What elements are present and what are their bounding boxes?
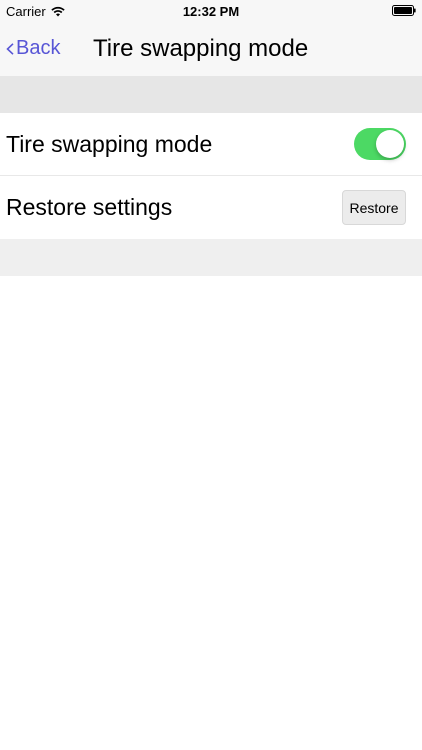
- toggle-knob: [376, 130, 404, 158]
- section-header-spacer: [0, 76, 422, 113]
- tire-swapping-label: Tire swapping mode: [6, 131, 213, 157]
- restore-settings-label: Restore settings: [6, 194, 173, 220]
- restore-button[interactable]: Restore: [342, 190, 406, 225]
- status-bar: Carrier 12:32 PM: [0, 0, 422, 22]
- setting-row-tire-swapping: Tire swapping mode: [0, 113, 422, 176]
- back-button[interactable]: Back: [6, 35, 60, 61]
- setting-row-restore: Restore settings Restore: [0, 176, 422, 239]
- section-footer-spacer: [0, 239, 422, 276]
- screen: Carrier 12:32 PM Back Tire swapping mode…: [0, 0, 422, 750]
- page-title: Tire swapping mode: [93, 35, 309, 62]
- status-time: 12:32 PM: [182, 4, 240, 19]
- tire-swapping-toggle[interactable]: [354, 128, 406, 160]
- battery-icon: [392, 5, 416, 16]
- navigation-bar: Back Tire swapping mode: [0, 22, 422, 76]
- back-label: Back: [16, 36, 61, 59]
- chevron-left-icon: [6, 43, 14, 55]
